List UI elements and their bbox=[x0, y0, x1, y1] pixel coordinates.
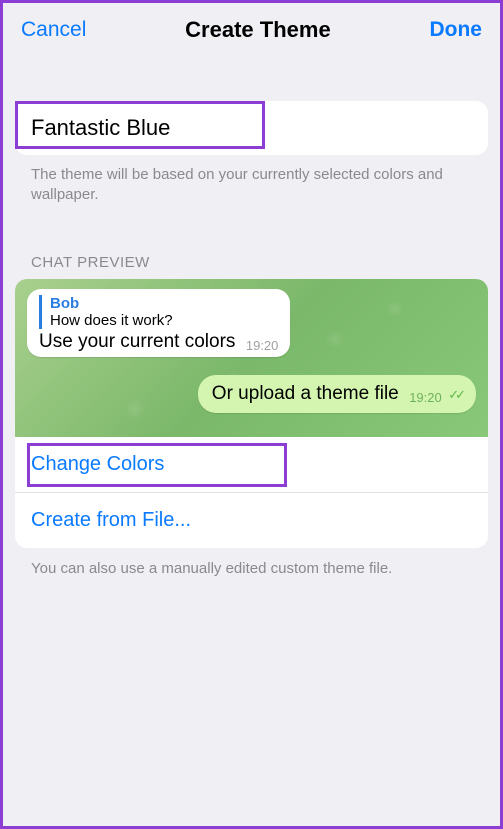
incoming-bubble: Bob How does it work? Use your current c… bbox=[27, 289, 290, 357]
done-button[interactable]: Done bbox=[429, 18, 482, 42]
create-from-file-button[interactable]: Create from File... bbox=[15, 492, 488, 548]
page-title: Create Theme bbox=[185, 17, 331, 43]
chat-preview: Bob How does it work? Use your current c… bbox=[15, 279, 488, 437]
cancel-button[interactable]: Cancel bbox=[21, 18, 86, 42]
outgoing-bubble: Or upload a theme file 19:20 ✓✓ bbox=[198, 375, 476, 413]
reply-sender: Bob bbox=[50, 295, 278, 312]
theme-name-field-wrap bbox=[15, 101, 488, 155]
read-checks-icon: ✓✓ bbox=[448, 387, 462, 402]
chat-preview-label: CHAT PREVIEW bbox=[15, 206, 488, 279]
footer-hint: You can also use a manually edited custo… bbox=[15, 548, 488, 589]
theme-name-hint: The theme will be based on your currentl… bbox=[15, 155, 488, 206]
outgoing-time: 19:20 bbox=[409, 390, 442, 405]
reply-quoted-text: How does it work? bbox=[50, 312, 278, 329]
options-list: Change Colors Create from File... bbox=[15, 437, 488, 548]
incoming-time: 19:20 bbox=[246, 338, 279, 353]
theme-name-input[interactable] bbox=[15, 101, 488, 155]
outgoing-message-text: Or upload a theme file bbox=[212, 383, 399, 404]
incoming-message-text: Use your current colors bbox=[39, 331, 235, 352]
change-colors-button[interactable]: Change Colors bbox=[15, 437, 488, 492]
